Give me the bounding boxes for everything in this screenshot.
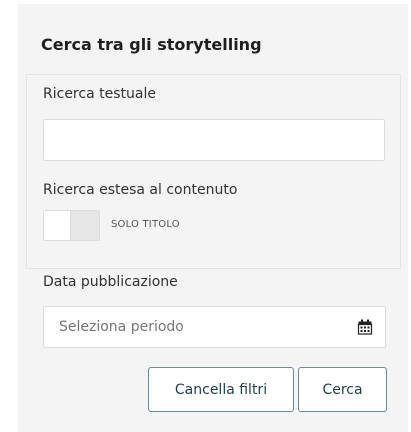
clear-filters-button[interactable]: Cancella filtri xyxy=(148,367,294,412)
toggle-knob xyxy=(44,211,71,240)
search-filter-panel: Cerca tra gli storytelling Ricerca testu… xyxy=(18,4,408,432)
calendar-icon[interactable] xyxy=(357,319,373,335)
text-search-label: Ricerca testuale xyxy=(43,86,156,102)
date-range-picker[interactable]: Seleziona periodo xyxy=(43,306,386,348)
panel-title: Cerca tra gli storytelling xyxy=(41,35,262,54)
publication-date-label: Data pubblicazione xyxy=(43,274,178,290)
extended-search-label: Ricerca estesa al contenuto xyxy=(43,182,238,198)
text-search-input[interactable] xyxy=(43,119,385,161)
toggle-label: SOLO TITOLO xyxy=(111,219,180,230)
date-placeholder: Seleziona periodo xyxy=(59,319,184,335)
search-button[interactable]: Cerca xyxy=(298,367,387,412)
title-only-toggle[interactable] xyxy=(43,210,100,241)
